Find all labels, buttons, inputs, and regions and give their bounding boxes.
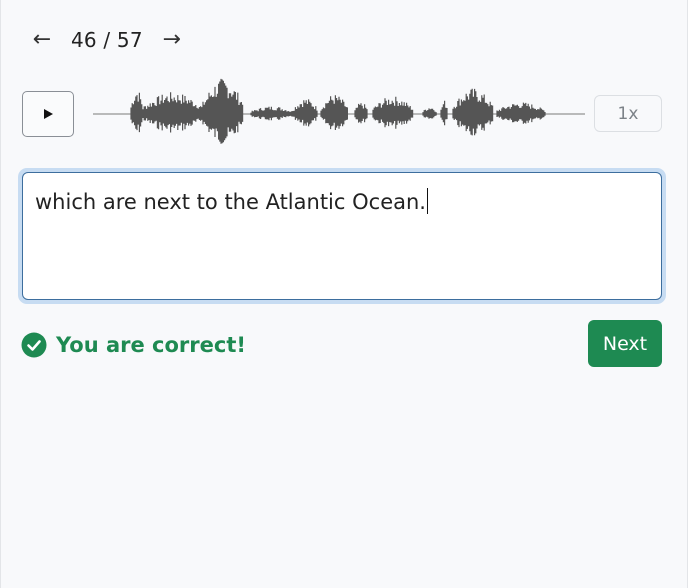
text-caret — [426, 188, 429, 214]
play-button[interactable] — [22, 91, 74, 137]
answer-text: which are next to the Atlantic Ocean. — [35, 190, 426, 214]
arrow-right-icon[interactable]: → — [159, 26, 185, 54]
navigation: ← 46 / 57 → — [29, 26, 185, 54]
feedback-text: You are correct! — [56, 333, 246, 357]
next-button[interactable]: Next — [588, 320, 662, 367]
play-icon — [44, 109, 53, 119]
playback-speed-button[interactable]: 1x — [594, 95, 662, 132]
feedback-message: You are correct! — [21, 331, 246, 359]
item-counter: 46 / 57 — [71, 28, 143, 52]
check-circle-icon — [21, 332, 47, 358]
audio-waveform[interactable] — [93, 74, 585, 148]
arrow-left-icon[interactable]: ← — [29, 26, 55, 54]
app-frame: ← 46 / 57 → 1x which are next to the Atl… — [0, 0, 688, 588]
answer-input[interactable]: which are next to the Atlantic Ocean. — [22, 172, 662, 300]
